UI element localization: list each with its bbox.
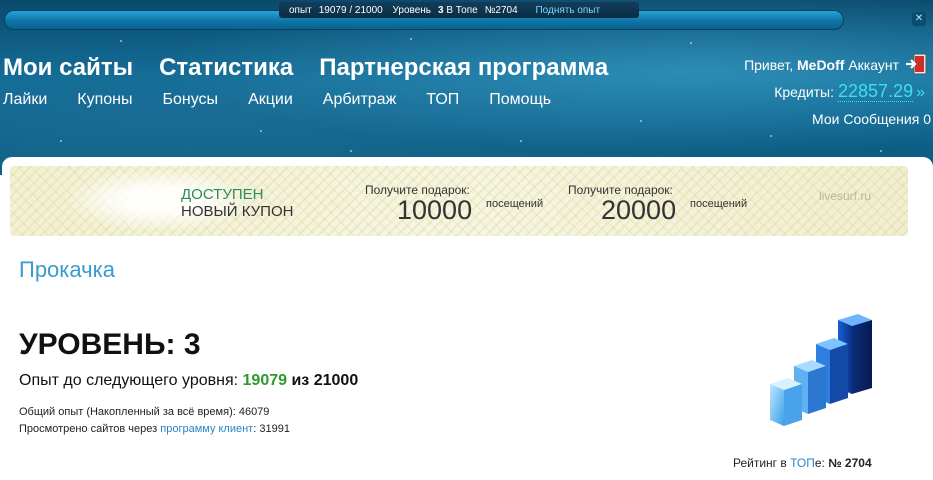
top-label: В Топе [446, 5, 478, 16]
account-link[interactable]: Аккаунт [848, 57, 899, 73]
credits-block: Кредиты: 22857.29» [774, 81, 925, 102]
viewed-prefix: Просмотрено сайтов через [19, 423, 158, 435]
banner-available: ДОСТУПЕН [181, 186, 264, 203]
sub-nav: Лайки Купоны Бонусы Акции Арбитраж ТОП Помощь [3, 91, 581, 109]
client-program-link[interactable]: программу клиент [160, 423, 253, 435]
rating-value: № 2704 [828, 456, 872, 470]
gift1-value: 10000 [397, 195, 473, 225]
next-level-max: 21000 [313, 372, 359, 389]
xp-label: опыт [289, 5, 312, 16]
gift2-unit: посещений [690, 198, 748, 210]
banner-coupon: НОВЫЙ КУПОН [181, 203, 294, 220]
next-level-of: из [291, 372, 310, 389]
rating: Рейтинг в ТОПе: № 2704 [733, 456, 872, 470]
rating-prefix: Рейтинг в [733, 456, 787, 470]
nav-coupons[interactable]: Купоны [77, 91, 132, 108]
viewed-value: : 31991 [253, 423, 290, 435]
experience-bar-text: опыт 19079 / 21000 Уровень 3 В Топе №2704 П… [289, 4, 607, 20]
raise-xp-link[interactable]: Поднять опыт [535, 5, 600, 16]
logout-door-icon[interactable] [905, 53, 927, 75]
nav-likes[interactable]: Лайки [3, 91, 47, 108]
username: MeDoff [797, 57, 845, 73]
top-link[interactable]: ТОП [790, 456, 815, 470]
xp-value: 19079 / 21000 [318, 5, 383, 16]
nav-promotions[interactable]: Акции [248, 91, 293, 108]
level-label: Уровень [392, 5, 432, 16]
nav-partner-program[interactable]: Партнерская программа [319, 54, 608, 81]
credits-label: Кредиты: [774, 84, 835, 100]
main-nav: Мои сайты Статистика Партнерская программа [3, 54, 634, 82]
nav-statistics[interactable]: Статистика [159, 54, 293, 81]
page-title: Прокачка [19, 257, 115, 282]
messages-link[interactable]: Мои Сообщения 0 [812, 111, 931, 127]
nav-help[interactable]: Помощь [489, 91, 551, 108]
sites-viewed: Просмотрено сайтов через программу клиен… [19, 423, 290, 435]
top-value: №2704 [484, 5, 518, 16]
next-level-progress: Опыт до следующего уровня: 19079 из 2100… [19, 372, 358, 390]
nav-top[interactable]: ТОП [426, 91, 459, 108]
level-value: 3 [438, 5, 444, 16]
next-level-label: Опыт до следующего уровня: [19, 372, 239, 389]
level-heading: УРОВЕНЬ: 3 [19, 328, 201, 361]
user-greeting: Привет, MeDoff Аккаунт [744, 57, 899, 73]
bar-chart-3d-icon [770, 314, 872, 426]
banner-brand: livesurf.ru [819, 189, 872, 203]
credits-value[interactable]: 22857.29 [838, 81, 914, 102]
nav-my-sites[interactable]: Мои сайты [3, 54, 133, 81]
close-icon[interactable]: ✕ [912, 12, 926, 26]
next-level-current: 19079 [242, 372, 288, 389]
total-experience: Общий опыт (Накопленный за всё время): 4… [19, 406, 270, 418]
gift2-value: 20000 [601, 195, 677, 225]
nav-bonuses[interactable]: Бонусы [163, 91, 219, 108]
rating-sep: е: [814, 456, 825, 470]
gift1-unit: посещений [486, 198, 544, 210]
greeting-text: Привет, [744, 57, 794, 73]
double-chevron-right-icon[interactable]: » [916, 84, 925, 101]
nav-arbitrage[interactable]: Арбитраж [323, 91, 397, 108]
